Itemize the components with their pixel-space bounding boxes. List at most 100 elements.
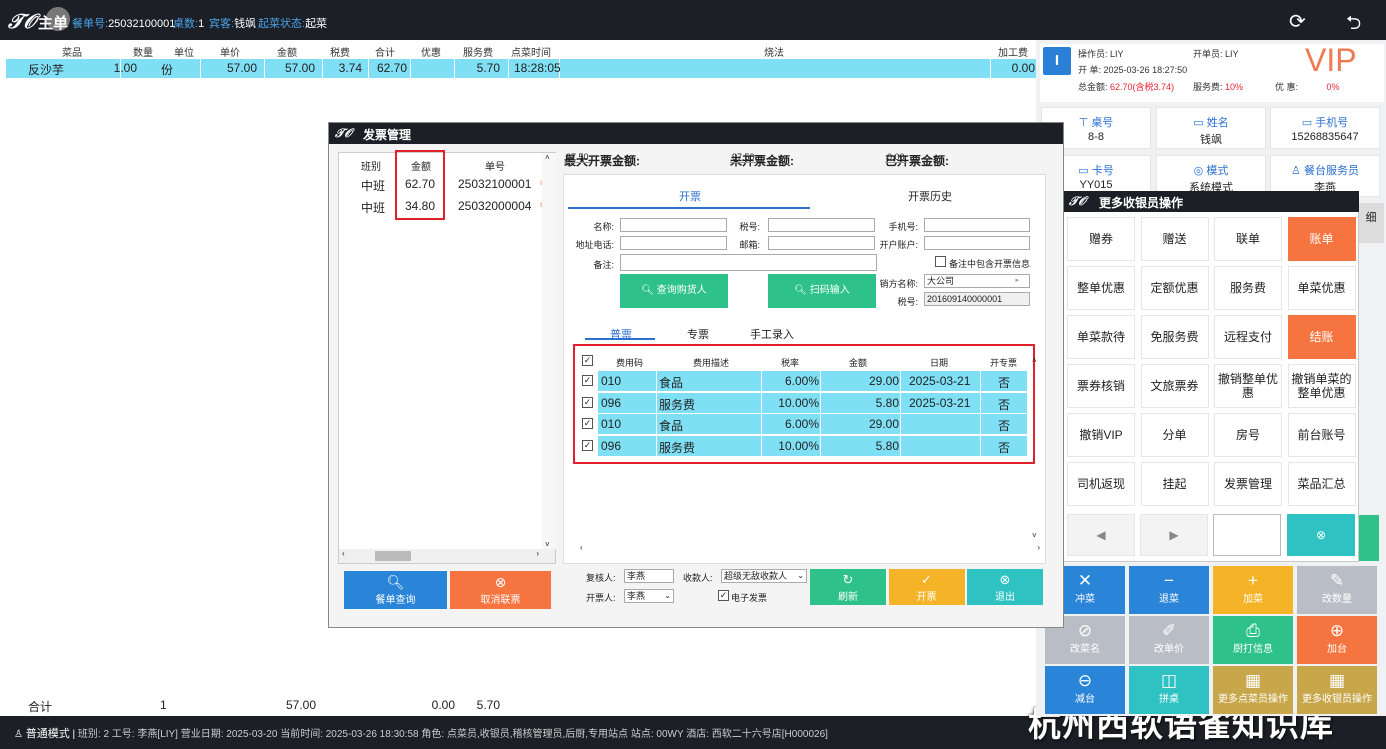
cashier-op-button[interactable]: 撤销VIP xyxy=(1067,413,1135,457)
search-icon: 🔍︎ xyxy=(386,574,405,590)
cashier-op-button[interactable]: 免服务费 xyxy=(1140,315,1209,359)
subtab-underline xyxy=(585,338,655,340)
change-qty-button[interactable]: ✎ 改数量 xyxy=(1297,566,1377,614)
cashier-op-button[interactable]: 发票管理 xyxy=(1214,462,1282,506)
order-number: 餐单号:25032100001 xyxy=(72,18,176,30)
dialog-logo: 𝒯𝒪 xyxy=(335,126,352,140)
shift-cell: 中班 xyxy=(361,179,386,193)
cashier-op-button[interactable]: 单菜优惠 xyxy=(1287,266,1356,310)
grid-hscroll[interactable]: ‹ › xyxy=(576,543,1044,556)
button-label: 减台 xyxy=(1075,694,1095,705)
shift-cell: 中班 xyxy=(361,201,386,215)
merge-table-button[interactable]: ◫ 拼桌 xyxy=(1129,666,1209,714)
tab-history[interactable]: 开票历史 xyxy=(895,188,965,204)
subtab-manual[interactable]: 手工录入 xyxy=(748,326,796,342)
buyer-phone-input[interactable] xyxy=(924,218,1030,232)
table-row[interactable]: 反沙芋 1.00 份 57.00 57.00 3.74 62.70 5.70 18:28:05 0… xyxy=(6,59,1036,78)
address-label: 地址电话: xyxy=(575,240,614,250)
cashier-op-button[interactable]: 挂起 xyxy=(1140,462,1209,506)
kitchen-print-button[interactable]: ⎙ 厨打信息 xyxy=(1213,616,1293,664)
change-price-button[interactable]: ✐ 改单价 xyxy=(1129,616,1209,664)
buyer-tax-input[interactable] xyxy=(768,218,875,232)
prev-page-button[interactable]: ◀ xyxy=(1067,514,1135,556)
cashier-op-button[interactable]: 远程支付 xyxy=(1214,315,1282,359)
exit-button[interactable]: ⊗ 退出 xyxy=(967,569,1043,605)
column-header: 合计 xyxy=(375,48,395,59)
reviewer-input[interactable]: 李燕 xyxy=(624,569,674,583)
invoice-dialog-title: 𝒯𝒪 发票管理 xyxy=(329,123,1063,144)
query-buyer-button[interactable]: 🔍︎ 查询购货人 xyxy=(620,274,728,308)
grid-vscroll[interactable]: ˄ ˅ xyxy=(1030,350,1044,542)
issue-button[interactable]: ✓ 开票 xyxy=(888,569,965,605)
refresh-icon[interactable]: ⟳ xyxy=(1289,9,1306,34)
issuer-select[interactable]: 李燕 ⌄ xyxy=(624,589,674,603)
cashier-op-button[interactable]: 司机返现 xyxy=(1067,462,1135,506)
column-header: 数量 xyxy=(133,48,153,59)
next-page-button[interactable]: ▶ xyxy=(1140,514,1208,556)
info-card-value: 钱飒 xyxy=(1200,134,1222,146)
cashier-op-button[interactable]: 房号 xyxy=(1214,413,1282,457)
cancel-link-button[interactable]: ⊗ 取消联票 xyxy=(450,571,551,609)
payee-select[interactable]: 超级无敌收款人 ⌄ xyxy=(721,569,807,583)
dialog-logo: 𝒯𝒪 xyxy=(1069,194,1086,208)
cashier-op-button[interactable]: 赠券 xyxy=(1067,217,1135,261)
info-card-2[interactable]: ▭ 手机号 15268835647 xyxy=(1270,107,1380,149)
tab-issue[interactable]: 开票 xyxy=(660,188,720,204)
cashier-op-button[interactable]: 撤销单菜的整单优惠 xyxy=(1287,364,1356,408)
clear-button[interactable]: ⊗ xyxy=(1287,514,1355,556)
address-input[interactable] xyxy=(620,236,727,250)
cashier-op-button[interactable]: 结账 xyxy=(1287,315,1356,359)
cashier-op-button[interactable]: 文旅票券 xyxy=(1140,364,1209,408)
table-icon: ⊤ xyxy=(1078,117,1092,129)
reduce-table-button[interactable]: ⊖ 减台 xyxy=(1045,666,1125,714)
cashier-op-button[interactable]: 票券核销 xyxy=(1067,364,1135,408)
seller-select[interactable]: 大公司 ▸ xyxy=(924,274,1030,288)
remark-input[interactable] xyxy=(620,254,877,271)
buyer-name-input[interactable] xyxy=(620,218,727,232)
button-label: 改数量 xyxy=(1322,594,1352,605)
seller-label: 销方名称: xyxy=(879,279,918,289)
cashier-op-button[interactable]: 联单 xyxy=(1214,217,1282,261)
shift-hscroll-thumb[interactable] xyxy=(375,551,411,561)
cashier-op-button[interactable]: 定额优惠 xyxy=(1140,266,1209,310)
discount-rate: 优 惠: 0% xyxy=(1275,82,1340,92)
add-dish-button[interactable]: + 加菜 xyxy=(1213,566,1293,614)
remark-include-checkbox[interactable] xyxy=(935,256,946,267)
cashier-op-button[interactable]: 分单 xyxy=(1140,413,1209,457)
cashier-op-button[interactable]: 账单 xyxy=(1287,217,1356,261)
bank-input[interactable] xyxy=(924,236,1030,250)
shift-hscroll[interactable]: ‹ › xyxy=(339,549,555,563)
cashier-op-button[interactable]: 赠送 xyxy=(1140,217,1209,261)
cashier-op-button[interactable]: 服务费 xyxy=(1214,266,1282,310)
payee-label: 收款人: xyxy=(683,573,713,583)
merge-table-icon: ◫ xyxy=(1160,671,1178,690)
einvoice-checkbox[interactable]: ✓ xyxy=(718,590,729,601)
vip-badge: VIP xyxy=(1305,42,1357,78)
scan-input-button[interactable]: 🔍︎ 扫码输入 xyxy=(768,274,876,308)
cashier-op-button[interactable]: 前台账号 xyxy=(1287,413,1356,457)
card-title-text: 手机号 xyxy=(1315,117,1349,129)
subtab-special[interactable]: 专票 xyxy=(680,326,716,342)
cancel-icon: ⊗ xyxy=(494,574,507,590)
cashier-op-button[interactable]: 单菜款待 xyxy=(1067,315,1135,359)
tax-label: 税号: xyxy=(739,222,760,232)
hidden-green-button[interactable] xyxy=(1357,515,1379,561)
highlight-box xyxy=(395,150,445,220)
shift-vscroll[interactable]: ˄ ˅ xyxy=(542,153,556,549)
page-input[interactable] xyxy=(1213,514,1281,556)
search-icon: 🔍︎ xyxy=(794,285,810,296)
detail-button-peek[interactable]: 细 xyxy=(1358,203,1384,243)
refresh-button[interactable]: ↻ 刷新 xyxy=(810,569,886,605)
change-qty-icon: ✎ xyxy=(1329,571,1345,590)
cashier-op-button[interactable]: 撤销整单优惠 xyxy=(1214,364,1282,408)
cashier-op-button[interactable]: 整单优惠 xyxy=(1067,266,1135,310)
return-dish-button[interactable]: − 退菜 xyxy=(1129,566,1209,614)
more-cashier-ops-button[interactable]: ▦ 更多收银员操作 xyxy=(1297,666,1377,714)
order-query-button[interactable]: 🔍︎ 餐单查询 xyxy=(344,571,447,609)
back-icon[interactable]: ⮌ xyxy=(1346,9,1361,41)
cashier-op-button[interactable]: 菜品汇总 xyxy=(1287,462,1356,506)
add-table-button[interactable]: ⊕ 加台 xyxy=(1297,616,1377,664)
email-input[interactable] xyxy=(768,236,875,250)
more-waiter-ops-button[interactable]: ▦ 更多点菜员操作 xyxy=(1213,666,1293,714)
info-card-1[interactable]: ▭ 姓名 钱飒 xyxy=(1156,107,1266,149)
